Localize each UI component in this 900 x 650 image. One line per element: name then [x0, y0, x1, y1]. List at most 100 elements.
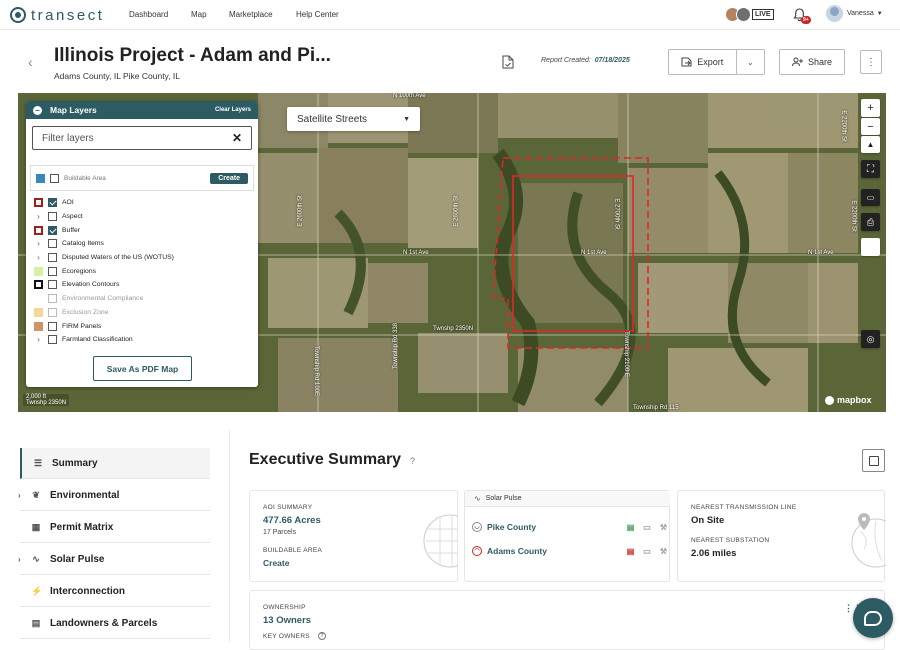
chat-button[interactable] [853, 598, 893, 638]
layer-checkbox[interactable] [48, 335, 57, 345]
chat-bubble-icon [864, 610, 882, 626]
nav-marketplace[interactable]: Marketplace [229, 10, 273, 19]
layer-checkbox[interactable] [48, 266, 57, 276]
layer-row[interactable]: › Aspect [26, 210, 258, 224]
locate-icon[interactable]: ◎ [861, 330, 880, 348]
layer-row[interactable]: FIRM Panels [26, 319, 258, 333]
layer-checkbox[interactable] [48, 198, 57, 208]
solar-pulse-county-row[interactable]: ◠ Adams County ▤ ▭ ⚒ [472, 541, 667, 561]
chevron-right-icon[interactable]: › [18, 555, 21, 564]
layer-row[interactable]: Exclusion Zone [26, 306, 258, 320]
list-icon: ☰ [33, 458, 43, 468]
report-created-label: Report Created: [541, 57, 591, 64]
layer-row[interactable]: Ecoregions [26, 264, 258, 278]
mapbox-attribution[interactable]: mapbox [825, 395, 872, 405]
nav-help-center[interactable]: Help Center [296, 10, 339, 19]
blank-map-control[interactable] [861, 238, 880, 256]
map-scale: 2,000 ft Twnshp 2350N [23, 394, 70, 406]
sidebar-item-permit-matrix[interactable]: ▦ Permit Matrix [20, 512, 210, 543]
hammer-icon[interactable]: ⚒ [660, 547, 667, 556]
sidebar-item-interconnection[interactable]: ⚡ Interconnection [20, 576, 210, 607]
filter-layers-placeholder: Filter layers [42, 132, 94, 144]
layer-checkbox[interactable] [48, 239, 57, 249]
layer-row[interactable]: › Disputed Waters of the US (WOTUS) [26, 251, 258, 265]
layer-checkbox[interactable] [48, 225, 57, 235]
share-button[interactable]: Share [779, 49, 845, 75]
sidebar-item-landowners-parcels[interactable]: ▤ Landowners & Parcels [20, 608, 210, 639]
layer-row[interactable]: Environmental Compliance [26, 292, 258, 306]
layer-checkbox[interactable] [48, 253, 57, 263]
chevron-right-icon[interactable]: › [34, 335, 43, 344]
report-sidebar: ☰ Summary › ❦ Environmental ▦ Permit Matrix › ∿ S… [0, 430, 230, 642]
print-icon[interactable]: ⎙ [861, 213, 880, 231]
help-icon[interactable]: ? [410, 456, 415, 466]
ownership-card: OWNERSHIP 13 Owners KEY OWNERS ? ⋮⋮ [249, 590, 885, 650]
ruler-icon[interactable]: ▭ [861, 189, 880, 206]
sidebar-item-summary[interactable]: ☰ Summary [20, 448, 210, 479]
layer-label: Aspect [62, 213, 83, 221]
layer-row[interactable]: › Catalog Items [26, 237, 258, 251]
monitor-icon[interactable]: ▭ [643, 547, 651, 556]
filter-layers-input[interactable]: Filter layers ✕ [32, 126, 252, 150]
layer-row[interactable]: › Farmland Classification [26, 333, 258, 347]
layer-row[interactable]: Elevation Contours [26, 278, 258, 292]
buildable-area-checkbox[interactable] [50, 173, 59, 183]
back-chevron-icon[interactable]: ‹ [28, 54, 33, 70]
save-pdf-map-button[interactable]: Save As PDF Map [93, 356, 192, 381]
layer-row[interactable]: AOI [26, 196, 258, 210]
layer-checkbox[interactable] [48, 280, 57, 290]
chevron-right-icon[interactable]: › [34, 253, 43, 262]
solar-pulse-county-row[interactable]: ◡ Pike County ▤ ▭ ⚒ [472, 517, 667, 537]
document-icon[interactable] [502, 55, 514, 69]
nav-map[interactable]: Map [191, 10, 207, 19]
nav-dashboard[interactable]: Dashboard [129, 10, 168, 19]
chevron-right-icon[interactable]: › [18, 491, 21, 500]
zoom-out-button[interactable]: − [861, 118, 880, 135]
layer-checkbox[interactable] [48, 307, 57, 317]
collaborator-avatars[interactable] [725, 7, 751, 22]
help-icon[interactable]: ? [318, 632, 326, 640]
notes-button[interactable] [862, 449, 885, 472]
layer-checkbox[interactable] [48, 212, 57, 222]
fullscreen-icon[interactable]: ⛶ [861, 160, 880, 178]
share-label: Share [807, 57, 833, 67]
user-menu[interactable]: Vanessa ▼ [826, 5, 883, 22]
chevron-right-icon[interactable]: › [34, 239, 43, 248]
zoom-in-button[interactable]: + [861, 99, 880, 117]
monitor-icon[interactable]: ▭ [643, 523, 651, 532]
road-label: N 1st Ave [403, 250, 429, 256]
close-icon[interactable]: ✕ [232, 131, 242, 145]
create-buildable-link[interactable]: Create [263, 558, 289, 568]
export-dropdown-chevron-icon[interactable]: ⌄ [737, 50, 764, 74]
more-options-icon[interactable]: ⋮ [860, 50, 882, 74]
buildable-area-label: Buildable Area [64, 174, 106, 182]
road-label: Township Rd 100E [313, 345, 320, 397]
layer-checkbox[interactable] [48, 294, 57, 304]
sidebar-item-solar-pulse[interactable]: › ∿ Solar Pulse [18, 544, 210, 575]
document-alert-icon[interactable]: ▤ [627, 547, 635, 556]
road-label: E 2200th St [850, 200, 857, 232]
transmission-label: NEAREST TRANSMISSION LINE [691, 504, 797, 511]
clear-layers-button[interactable]: Clear Layers [215, 107, 251, 113]
logo[interactable]: transect [10, 6, 104, 24]
layer-row[interactable]: Buffer [26, 223, 258, 237]
map-view[interactable]: N 100th Ave N 1st Ave N 1st Ave N 1st Av… [18, 93, 886, 412]
project-location: Adams County, IL Pike County, IL [54, 71, 180, 81]
road-label: Township Rd 338 [393, 322, 400, 370]
substation-label: NEAREST SUBSTATION [691, 537, 770, 544]
layer-checkbox[interactable] [48, 321, 57, 331]
chevron-right-icon[interactable]: › [34, 212, 43, 221]
create-buildable-button[interactable]: Create [210, 172, 248, 184]
hammer-icon[interactable]: ⚒ [660, 523, 667, 532]
briefcase-icon: ▤ [31, 618, 41, 628]
logo-text: transect [31, 6, 105, 24]
layer-swatch [34, 266, 43, 276]
sidebar-item-label: Interconnection [50, 585, 126, 597]
compass-icon[interactable]: ▲ [861, 136, 880, 153]
collapse-icon[interactable]: − [33, 105, 42, 115]
layer-label: Exclusion Zone [62, 308, 109, 316]
sidebar-item-environmental[interactable]: › ❦ Environmental [18, 480, 210, 511]
export-button[interactable]: Export [669, 50, 737, 74]
document-check-icon[interactable]: ▤ [627, 523, 635, 532]
map-style-select[interactable]: Satellite Streets ▼ [287, 107, 420, 131]
